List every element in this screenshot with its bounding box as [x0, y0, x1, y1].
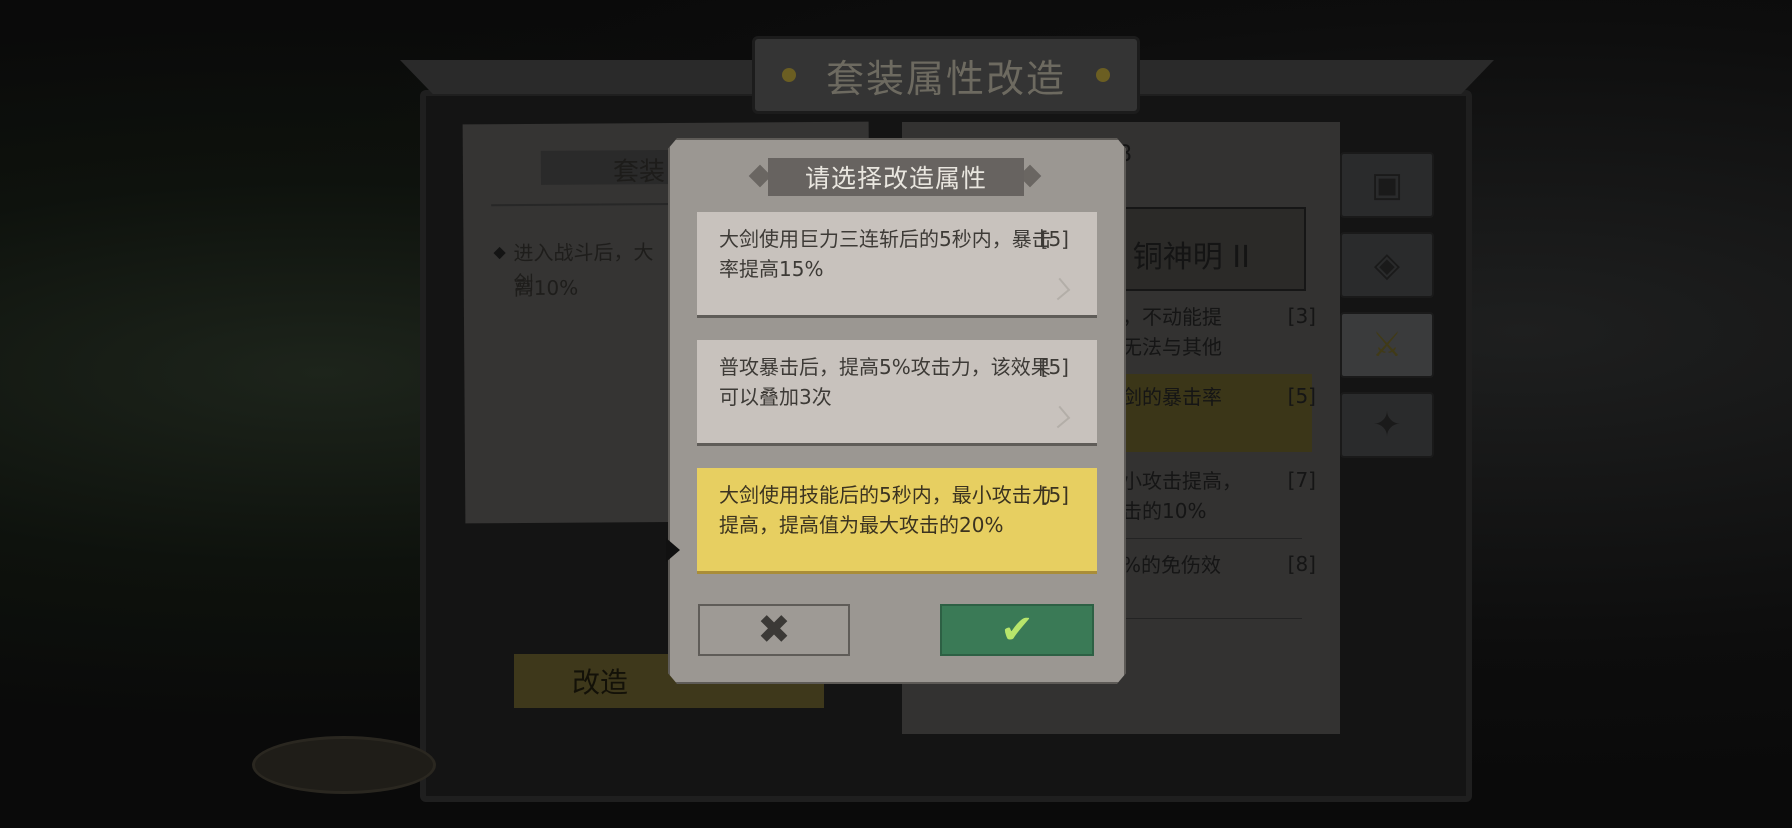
attribute-option-2[interactable]: 普攻暴击后，提高5%攻击力，该效果可以叠加3次 [5]	[697, 340, 1097, 446]
attribute-row-3-text2: 击的10%	[1122, 499, 1207, 523]
equipment-name: 铜神明 II	[1132, 240, 1250, 275]
sword-icon[interactable]: ⚔	[1340, 312, 1434, 378]
attribute-option-3[interactable]: 大剑使用技能后的5秒内，最小攻击力提高，提高值为最大攻击的20% [5]	[697, 468, 1097, 574]
title-plaque: 套装属性改造	[752, 36, 1140, 114]
close-icon: ✖	[757, 607, 791, 653]
attribute-option-3-level: [5]	[1040, 483, 1069, 507]
dialog-title-bar: 请选择改造属性	[768, 158, 1024, 196]
attribute-option-1[interactable]: 大剑使用巨力三连斩后的5秒内，暴击率提高15% [5]	[697, 212, 1097, 318]
coin-token	[252, 736, 436, 794]
dialog-title: 请选择改造属性	[804, 164, 987, 193]
attribute-row-4-level: [8]	[1287, 552, 1316, 576]
attribute-row-1[interactable]: ，不动能提 无法与其他	[1122, 302, 1312, 362]
attribute-row-3-level: [7]	[1287, 468, 1316, 492]
decorative-scratch	[1047, 277, 1071, 301]
attribute-option-3-text: 大剑使用技能后的5秒内，最小攻击力提高，提高值为最大攻击的20%	[719, 483, 1052, 537]
toolbox-icon[interactable]: ▣	[1340, 152, 1434, 218]
attribute-row-3-text: 小攻击提高，	[1122, 469, 1242, 493]
attribute-row-2-level: [5]	[1287, 384, 1316, 408]
confirm-button[interactable]: ✔	[940, 604, 1094, 656]
bullet-icon: ◆	[493, 242, 506, 262]
attribute-option-1-text: 大剑使用巨力三连斩后的5秒内，暴击率提高15%	[719, 227, 1052, 281]
cancel-button[interactable]: ✖	[698, 604, 850, 656]
modify-button-label: 改造	[572, 666, 629, 699]
set-info-header: 套装	[612, 157, 666, 188]
attribute-row-1-text2: 无法与其他	[1122, 335, 1222, 359]
attribute-row-2[interactable]: 剑的暴击率	[1122, 382, 1312, 412]
attribute-row-3[interactable]: 小攻击提高， 击的10%	[1122, 466, 1312, 526]
attribute-row-4[interactable]: %的免伤效	[1122, 550, 1312, 580]
page-title: 套装属性改造	[825, 56, 1066, 101]
side-tabs: ▣ ◈ ⚔ ✦	[1340, 152, 1434, 472]
attribute-row-2-text: 剑的暴击率	[1122, 385, 1222, 409]
wrench-icon[interactable]: ✦	[1340, 392, 1434, 458]
attribute-option-2-level: [5]	[1040, 355, 1069, 379]
decorative-scratch	[1047, 405, 1071, 429]
divider	[1102, 618, 1302, 619]
title-dot-left	[782, 68, 796, 82]
attribute-row-4-text: %的免伤效	[1122, 553, 1222, 577]
shield-icon[interactable]: ◈	[1340, 232, 1434, 298]
divider	[1102, 538, 1302, 539]
attribute-row-1-text: ，不动能提	[1122, 305, 1222, 329]
checkmark-icon: ✔	[1000, 607, 1034, 653]
selection-pointer-icon	[666, 538, 680, 562]
title-dot-right	[1096, 68, 1110, 82]
attribute-row-1-level: [3]	[1287, 304, 1316, 328]
attribute-option-1-level: [5]	[1040, 227, 1069, 251]
set-effect-line2: 高10%	[513, 275, 579, 301]
attribute-option-2-text: 普攻暴击后，提高5%攻击力，该效果可以叠加3次	[719, 355, 1051, 409]
